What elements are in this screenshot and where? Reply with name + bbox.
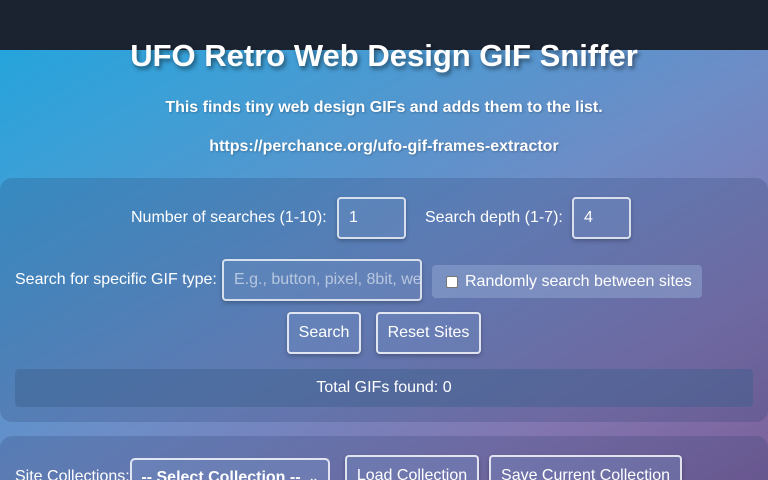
search-depth-label: Search depth (1-7): bbox=[425, 209, 563, 226]
chevron-down-icon: ⌄ bbox=[308, 471, 319, 480]
total-gifs-status: Total GIFs found: 0 bbox=[15, 369, 753, 407]
save-collection-button[interactable]: Save Current Collection bbox=[489, 455, 682, 480]
random-search-checkbox[interactable] bbox=[446, 275, 458, 288]
collection-select-value: -- Select Collection -- bbox=[141, 469, 301, 480]
num-searches-input[interactable] bbox=[337, 197, 406, 239]
collection-select[interactable]: -- Select Collection -- ⌄ bbox=[130, 458, 330, 480]
site-collections-label: Site Collections: bbox=[15, 468, 130, 480]
random-search-label: Randomly search between sites bbox=[465, 272, 692, 290]
load-collection-button[interactable]: Load Collection bbox=[345, 455, 479, 480]
page-subtitle: This finds tiny web design GIFs and adds… bbox=[165, 99, 603, 116]
gif-type-input[interactable] bbox=[222, 259, 422, 301]
random-search-toggle[interactable]: Randomly search between sites bbox=[432, 265, 702, 298]
reset-sites-button[interactable]: Reset Sites bbox=[376, 312, 481, 354]
gif-type-label: Search for specific GIF type: bbox=[15, 271, 217, 288]
search-button[interactable]: Search bbox=[287, 312, 361, 354]
page-title: UFO Retro Web Design GIF Sniffer bbox=[130, 38, 638, 73]
source-link[interactable]: https://perchance.org/ufo-gif-frames-ext… bbox=[0, 138, 768, 156]
num-searches-label: Number of searches (1-10): bbox=[131, 209, 327, 226]
search-depth-input[interactable] bbox=[572, 197, 631, 239]
